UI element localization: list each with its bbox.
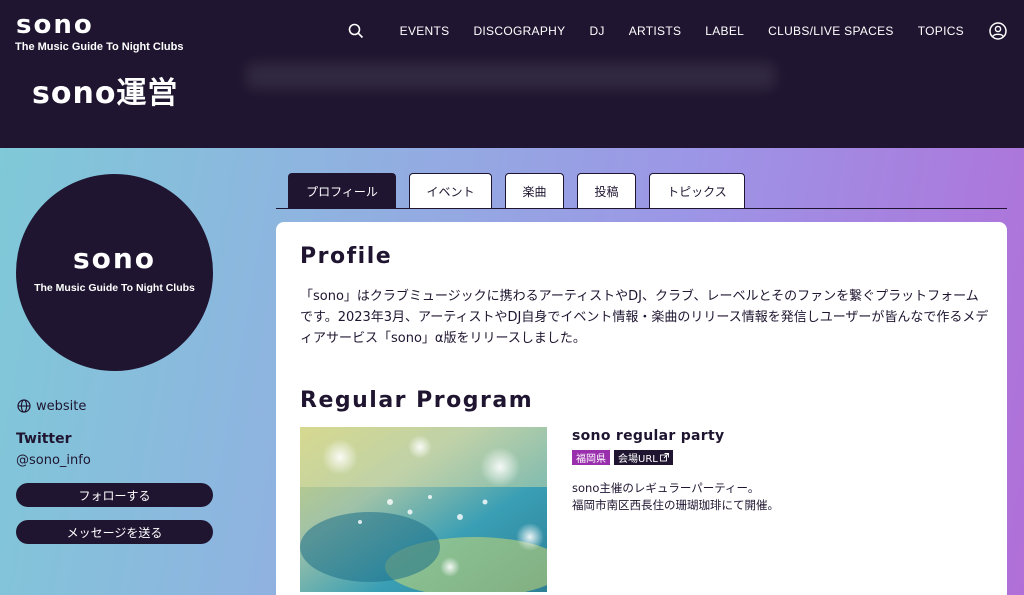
tab-posts[interactable]: 投稿 <box>577 173 636 209</box>
tab-topics[interactable]: トピックス <box>649 173 745 209</box>
nav-discography[interactable]: DISCOGRAPHY <box>473 24 565 38</box>
nav-clubs-live-spaces[interactable]: CLUBS/LIVE SPACES <box>768 24 894 38</box>
page-title: sono運営 <box>32 76 179 111</box>
blurred-banner <box>246 62 776 90</box>
program-desc-line2: 福岡市南区西長住の珊瑚珈琲にて開催。 <box>572 498 779 512</box>
program-image[interactable] <box>300 427 547 592</box>
avatar-logo: sono <box>72 242 157 275</box>
avatar: sono The Music Guide To Night Clubs <box>16 174 213 371</box>
profile-card: Profile 「sono」はクラブミュージックに携わるアーティストやDJ、クラ… <box>276 222 1007 595</box>
program-badges: 福岡県 会場URL <box>572 450 677 465</box>
site-header: sono The Music Guide To Night Clubs sono… <box>0 0 1024 148</box>
program-description: sono主催のレギュラーパーティー。 福岡市南区西長住の珊瑚珈琲にて開催。 <box>572 480 779 514</box>
website-label: website <box>36 398 87 414</box>
nav-topics[interactable]: TOPICS <box>918 24 964 38</box>
nav-artists[interactable]: ARTISTS <box>629 24 682 38</box>
logo-tagline: The Music Guide To Night Clubs <box>15 41 184 53</box>
search-icon[interactable] <box>346 21 366 41</box>
logo[interactable]: sono <box>16 10 94 40</box>
nav-events[interactable]: EVENTS <box>400 24 450 38</box>
venue-url-label: 会場URL <box>618 454 658 465</box>
profile-heading: Profile <box>300 244 393 269</box>
profile-main: sono The Music Guide To Night Clubs webs… <box>0 148 1024 595</box>
main-nav: EVENTS DISCOGRAPHY DJ ARTISTS LABEL CLUB… <box>346 0 1008 62</box>
prefecture-badge: 福岡県 <box>572 450 610 465</box>
profile-tabs: プロフィール イベント 楽曲 投稿 トピックス <box>288 173 758 209</box>
twitter-label: Twitter <box>16 431 72 447</box>
profile-text: 「sono」はクラブミュージックに携わるアーティストやDJ、クラブ、レーベルとそ… <box>300 289 989 346</box>
follow-button[interactable]: フォローする <box>16 483 213 507</box>
external-link-icon <box>659 453 669 462</box>
program-title[interactable]: sono regular party <box>572 428 724 444</box>
venue-url-badge[interactable]: 会場URL <box>614 450 673 465</box>
tab-events[interactable]: イベント <box>409 173 492 209</box>
avatar-tagline: The Music Guide To Night Clubs <box>34 282 195 294</box>
user-circle-icon[interactable] <box>988 21 1008 41</box>
tab-tracks[interactable]: 楽曲 <box>505 173 564 209</box>
website-link[interactable]: website <box>16 398 86 414</box>
send-message-button[interactable]: メッセージを送る <box>16 520 213 544</box>
nav-dj[interactable]: DJ <box>589 24 604 38</box>
twitter-handle[interactable]: @sono_info <box>16 453 91 468</box>
nav-label[interactable]: LABEL <box>705 24 744 38</box>
globe-icon <box>16 398 32 414</box>
regular-program-heading: Regular Program <box>300 388 534 413</box>
tab-divider <box>276 208 1007 209</box>
program-desc-line1: sono主催のレギュラーパーティー。 <box>572 481 760 495</box>
tab-profile[interactable]: プロフィール <box>288 173 396 209</box>
